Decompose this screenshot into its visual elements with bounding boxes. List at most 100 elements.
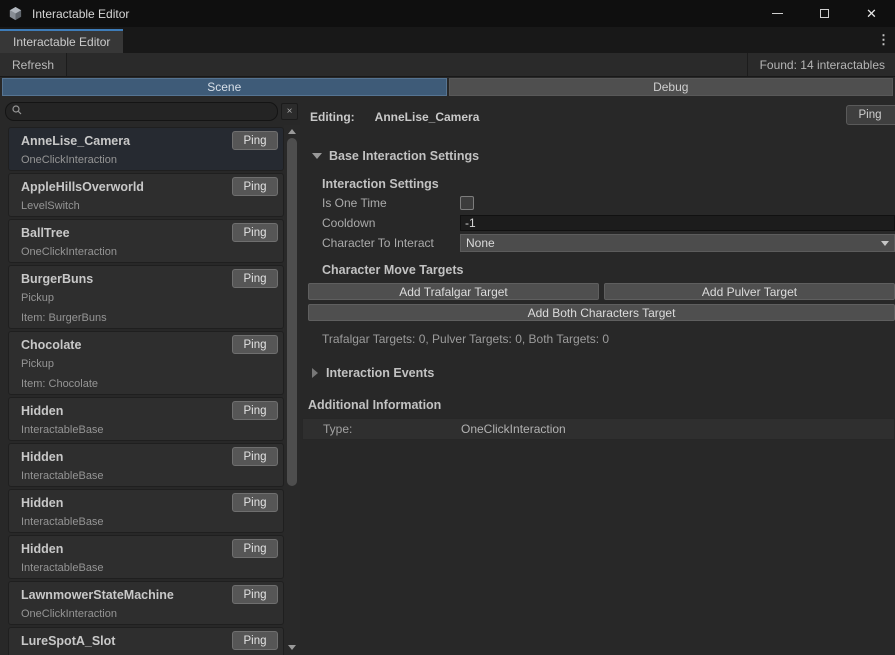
dropdown-value: None	[466, 236, 495, 250]
item-type: InteractableBase	[21, 512, 277, 532]
list-item[interactable]: BurgerBuns Ping Pickup Item: BurgerBuns	[8, 265, 284, 329]
maximize-button[interactable]	[801, 0, 848, 27]
scroll-up-icon[interactable]	[288, 129, 296, 134]
item-ping-button[interactable]: Ping	[232, 177, 278, 196]
tab-scene[interactable]: Scene	[2, 78, 447, 96]
item-ping-button[interactable]: Ping	[232, 585, 278, 604]
character-to-interact-dropdown[interactable]: None	[460, 234, 895, 252]
search-icon	[12, 104, 22, 118]
list-item[interactable]: BallTree Ping OneClickInteraction	[8, 219, 284, 263]
interaction-events-foldout[interactable]: Interaction Events	[312, 366, 895, 380]
tab-debug[interactable]: Debug	[449, 78, 894, 96]
type-row: Type: OneClickInteraction	[302, 418, 895, 440]
base-settings-label: Base Interaction Settings	[329, 149, 479, 163]
window-controls: ✕	[754, 0, 895, 27]
interaction-events-label: Interaction Events	[326, 366, 434, 380]
search-field[interactable]	[5, 102, 278, 121]
editing-target-name: AnneLise_Camera	[375, 110, 480, 124]
move-targets-header: Character Move Targets	[322, 263, 895, 277]
window-title: Interactable Editor	[32, 7, 129, 21]
item-ping-button[interactable]: Ping	[232, 223, 278, 242]
editor-tab-bar: Interactable Editor ⋮	[0, 27, 895, 53]
search-clear-button[interactable]: ×	[281, 103, 298, 120]
item-type: InteractableBase	[21, 558, 277, 578]
list-item[interactable]: Hidden Ping InteractableBase	[8, 397, 284, 441]
found-count: Found: 14 interactables	[747, 53, 895, 76]
refresh-button[interactable]: Refresh	[0, 53, 67, 76]
list-item[interactable]: AnneLise_Camera Ping OneClickInteraction	[8, 127, 284, 171]
item-type: Pickup	[21, 354, 277, 374]
move-target-buttons: Add Trafalgar Target Add Pulver Target A…	[308, 283, 895, 321]
list-scrollbar[interactable]	[284, 125, 300, 655]
list-item[interactable]: Hidden Ping InteractableBase	[8, 443, 284, 487]
target-buttons-row: Add Trafalgar Target Add Pulver Target	[308, 283, 895, 300]
list-item[interactable]: AppleHillsOverworld Ping LevelSwitch	[8, 173, 284, 217]
tab-menu-button[interactable]: ⋮	[877, 32, 890, 48]
item-ping-button[interactable]: Ping	[232, 493, 278, 512]
tab-interactable-editor[interactable]: Interactable Editor	[0, 29, 123, 53]
search-row: ×	[0, 97, 300, 125]
list-item[interactable]: Hidden Ping InteractableBase	[8, 535, 284, 579]
cooldown-field[interactable]: -1	[460, 215, 895, 231]
add-pulver-target-button[interactable]: Add Pulver Target	[604, 283, 895, 300]
interaction-settings-section: Interaction Settings Is One Time Cooldow…	[322, 177, 895, 277]
list-row: AnneLise_Camera Ping OneClickInteraction…	[0, 125, 300, 655]
chevron-down-icon	[881, 241, 889, 246]
list-item[interactable]: Chocolate Ping Pickup Item: Chocolate	[8, 331, 284, 395]
toolbar: Refresh Found: 14 interactables	[0, 53, 895, 77]
close-button[interactable]: ✕	[848, 0, 895, 27]
foldout-closed-icon	[312, 368, 318, 378]
character-to-interact-row: Character To Interact None	[322, 233, 895, 253]
item-ping-button[interactable]: Ping	[232, 131, 278, 150]
app-cube-icon	[8, 6, 24, 22]
editing-ping-button[interactable]: Ping	[846, 105, 895, 125]
interaction-settings-header: Interaction Settings	[322, 177, 895, 191]
type-label: Type:	[323, 422, 352, 436]
interactable-list-panel: × AnneLise_Camera Ping OneClickInteracti…	[0, 97, 300, 655]
character-to-interact-label: Character To Interact	[322, 236, 460, 250]
foldout-open-icon	[312, 153, 322, 159]
item-ping-button[interactable]: Ping	[232, 447, 278, 466]
list-item[interactable]: Hidden Ping InteractableBase	[8, 489, 284, 533]
maximize-icon	[820, 9, 829, 18]
is-one-time-label: Is One Time	[322, 196, 460, 210]
type-value: OneClickInteraction	[461, 422, 566, 436]
view-tabs: Scene Debug	[0, 77, 895, 97]
is-one-time-row: Is One Time	[322, 193, 895, 213]
search-input[interactable]	[22, 105, 271, 117]
add-trafalgar-target-button[interactable]: Add Trafalgar Target	[308, 283, 599, 300]
scrollbar-thumb[interactable]	[287, 138, 297, 486]
item-type: OneClickInteraction	[21, 604, 277, 624]
list-item[interactable]: LawnmowerStateMachine Ping OneClickInter…	[8, 581, 284, 625]
scrollbar-track[interactable]	[284, 138, 300, 641]
item-ping-button[interactable]: Ping	[232, 401, 278, 420]
base-settings-foldout[interactable]: Base Interaction Settings	[312, 149, 895, 163]
item-ping-button[interactable]: Ping	[232, 335, 278, 354]
item-type: InteractableBase	[21, 420, 277, 440]
tab-label: Interactable Editor	[13, 35, 110, 49]
kebab-icon: ⋮	[877, 32, 890, 47]
item-extra: Item: Chocolate	[21, 374, 277, 394]
editor-panel: Editing: AnneLise_Camera Ping Base Inter…	[300, 97, 895, 655]
item-type: InteractableBase	[21, 466, 277, 486]
list-item[interactable]: LureSpotA_Slot Ping	[8, 627, 284, 655]
cooldown-label: Cooldown	[322, 216, 460, 230]
close-icon: ✕	[866, 7, 877, 20]
editing-label: Editing:	[310, 110, 355, 124]
editing-header: Editing: AnneLise_Camera	[310, 107, 895, 127]
item-type: Pickup	[21, 288, 277, 308]
item-type: LevelSwitch	[21, 196, 277, 216]
cooldown-row: Cooldown -1	[322, 213, 895, 233]
item-ping-button[interactable]: Ping	[232, 269, 278, 288]
targets-summary: Trafalgar Targets: 0, Pulver Targets: 0,…	[322, 332, 895, 346]
is-one-time-checkbox[interactable]	[460, 196, 474, 210]
item-extra: Item: BurgerBuns	[21, 308, 277, 328]
item-type: OneClickInteraction	[21, 242, 277, 262]
item-ping-button[interactable]: Ping	[232, 539, 278, 558]
item-type: OneClickInteraction	[21, 150, 277, 170]
scroll-down-icon[interactable]	[288, 645, 296, 650]
add-both-characters-target-button[interactable]: Add Both Characters Target	[308, 304, 895, 321]
minimize-icon	[772, 13, 783, 14]
minimize-button[interactable]	[754, 0, 801, 27]
item-ping-button[interactable]: Ping	[232, 631, 278, 650]
